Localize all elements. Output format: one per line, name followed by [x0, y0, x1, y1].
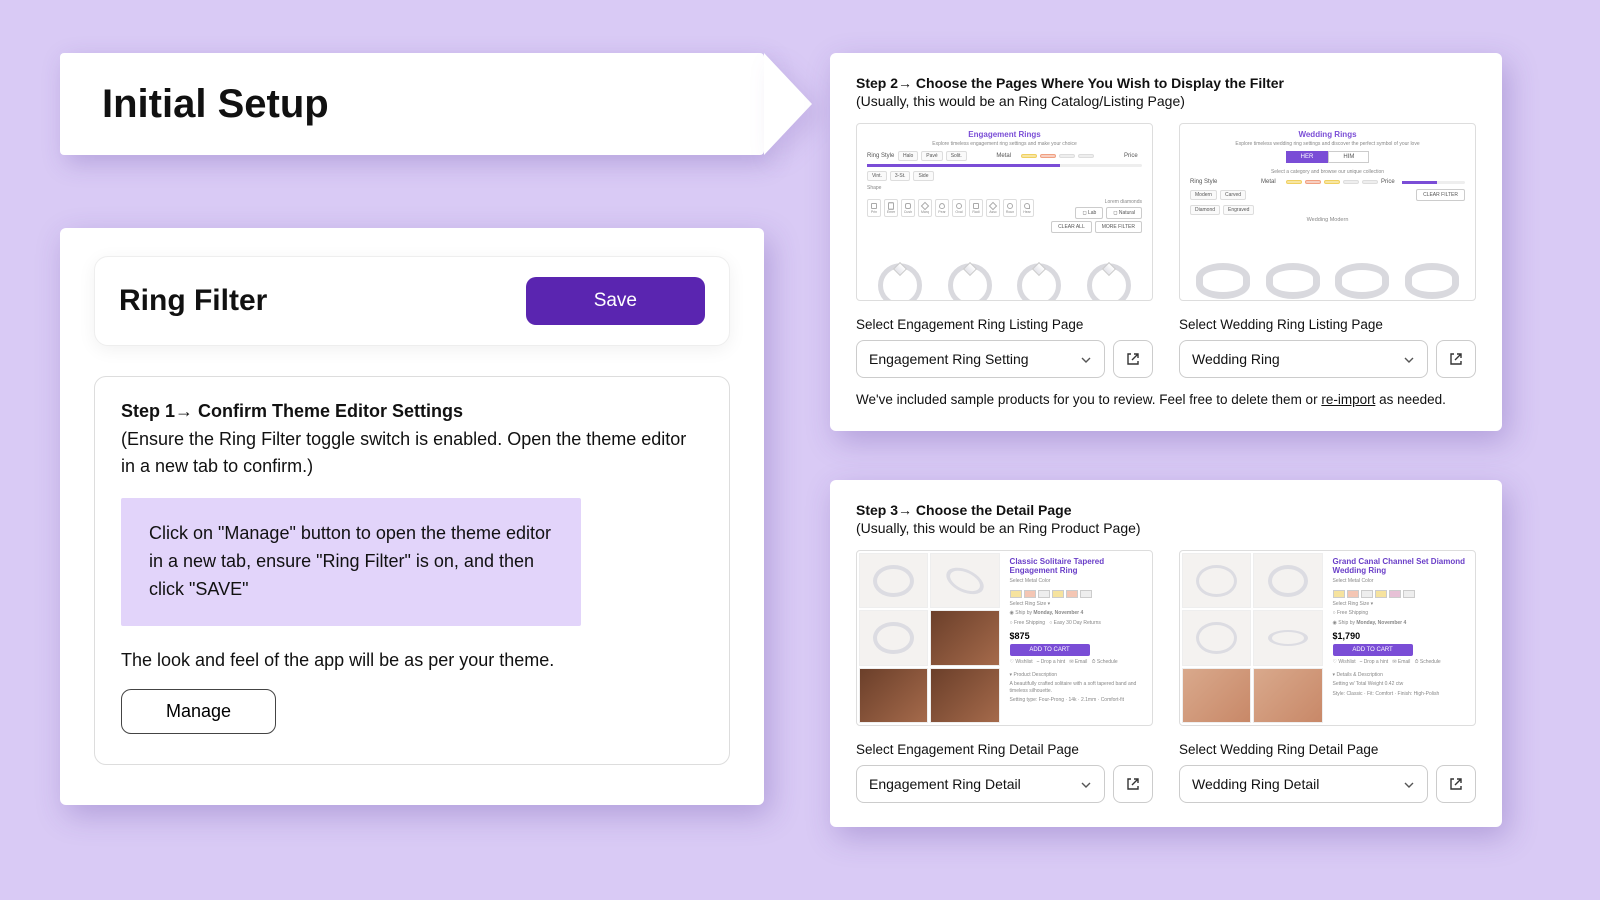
chevron-down-icon [1403, 778, 1415, 790]
save-button[interactable]: Save [526, 277, 705, 325]
preview-title: Engagement Rings [857, 130, 1152, 139]
step1-callout: Click on "Manage" button to open the the… [121, 498, 581, 626]
external-link-icon [1448, 776, 1464, 792]
step2-card: Step 2→ Choose the Pages Where You Wish … [830, 53, 1502, 431]
engagement-detail-label: Select Engagement Ring Detail Page [856, 742, 1153, 757]
step1-box: Step 1→ Confirm Theme Editor Settings (E… [94, 376, 730, 765]
wedding-detail-preview: Grand Canal Channel Set Diamond Wedding … [1179, 550, 1476, 726]
chevron-down-icon [1080, 353, 1092, 365]
open-wedding-detail-button[interactable] [1436, 765, 1476, 803]
preview-title: Wedding Rings [1180, 130, 1475, 139]
engagement-listing-preview: Engagement Rings Explore timeless engage… [856, 123, 1153, 301]
ring-filter-title: Ring Filter [119, 284, 267, 318]
product-price: $1,790 [1333, 631, 1467, 641]
engagement-listing-label: Select Engagement Ring Listing Page [856, 317, 1153, 332]
open-engagement-detail-button[interactable] [1113, 765, 1153, 803]
engagement-detail-select[interactable]: Engagement Ring Detail [856, 765, 1105, 803]
look-feel-note: The look and feel of the app will be as … [121, 650, 703, 671]
wedding-listing-select[interactable]: Wedding Ring [1179, 340, 1428, 378]
ring-filter-header: Ring Filter Save [94, 256, 730, 346]
wedding-listing-label: Select Wedding Ring Listing Page [1179, 317, 1476, 332]
engagement-detail-preview: Classic Solitaire Tapered Engagement Rin… [856, 550, 1153, 726]
step1-subtext: (Ensure the Ring Filter toggle switch is… [121, 426, 703, 480]
step2-subtext: (Usually, this would be an Ring Catalog/… [856, 93, 1476, 109]
chevron-down-icon [1403, 353, 1415, 365]
select-value: Engagement Ring Detail [869, 776, 1021, 792]
product-price: $875 [1010, 631, 1144, 641]
manage-button[interactable]: Manage [121, 689, 276, 734]
product-name: Classic Solitaire Tapered Engagement Rin… [1010, 557, 1144, 575]
step1-heading: Step 1→ Confirm Theme Editor Settings [121, 401, 703, 422]
step3-subtext: (Usually, this would be an Ring Product … [856, 520, 1476, 536]
select-value: Wedding Ring [1192, 351, 1280, 367]
step3-heading: Step 3→ Choose the Detail Page [856, 502, 1476, 518]
select-value: Engagement Ring Setting [869, 351, 1029, 367]
product-name: Grand Canal Channel Set Diamond Wedding … [1333, 557, 1467, 575]
preview-tagline: Explore timeless engagement ring setting… [857, 141, 1152, 147]
hero-title: Initial Setup [102, 82, 329, 127]
sample-products-note: We've included sample products for you t… [856, 392, 1476, 407]
open-wedding-listing-button[interactable] [1436, 340, 1476, 378]
step2-heading: Step 2→ Choose the Pages Where You Wish … [856, 75, 1476, 91]
step1-card: Ring Filter Save Step 1→ Confirm Theme E… [60, 228, 764, 805]
external-link-icon [1448, 351, 1464, 367]
wedding-detail-select[interactable]: Wedding Ring Detail [1179, 765, 1428, 803]
wedding-listing-preview: Wedding Rings Explore timeless wedding r… [1179, 123, 1476, 301]
external-link-icon [1125, 351, 1141, 367]
engagement-listing-select[interactable]: Engagement Ring Setting [856, 340, 1105, 378]
add-to-cart: ADD TO CART [1333, 644, 1413, 656]
external-link-icon [1125, 776, 1141, 792]
open-engagement-listing-button[interactable] [1113, 340, 1153, 378]
add-to-cart: ADD TO CART [1010, 644, 1090, 656]
step3-card: Step 3→ Choose the Detail Page (Usually,… [830, 480, 1502, 827]
preview-tagline: Explore timeless wedding ring settings a… [1180, 141, 1475, 147]
reimport-link[interactable]: re-import [1321, 392, 1375, 407]
select-value: Wedding Ring Detail [1192, 776, 1319, 792]
hero-banner: Initial Setup [60, 53, 764, 155]
wedding-detail-label: Select Wedding Ring Detail Page [1179, 742, 1476, 757]
chevron-down-icon [1080, 778, 1092, 790]
